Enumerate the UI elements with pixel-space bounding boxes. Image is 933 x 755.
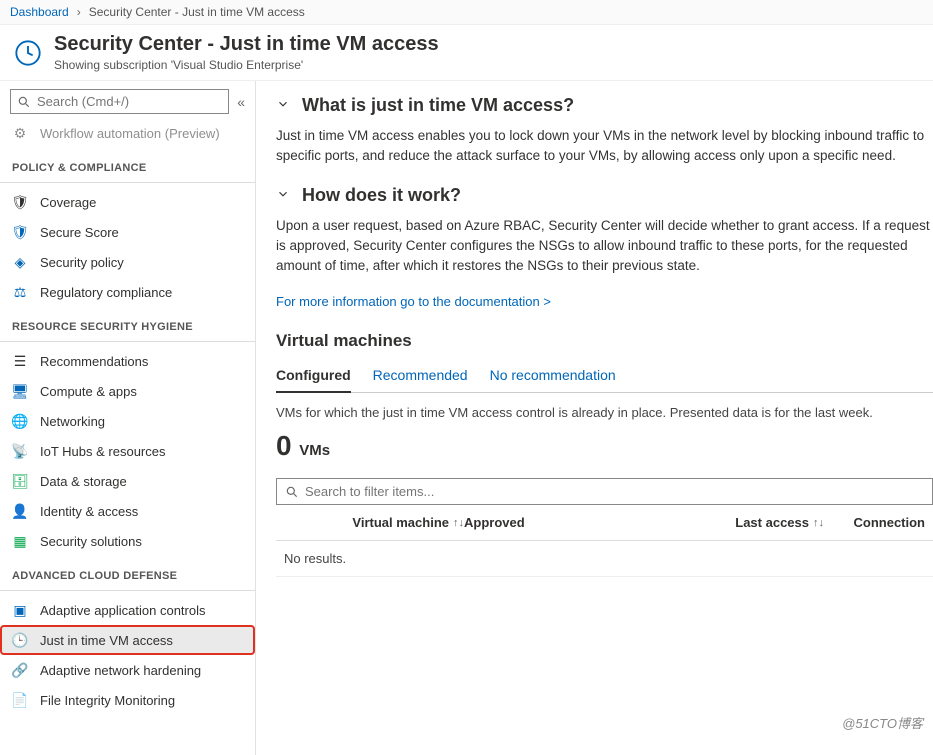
vm-tabs: Configured Recommended No recommendation: [276, 361, 933, 393]
column-approved[interactable]: Approved: [464, 515, 634, 530]
sidebar-item-label: Security solutions: [40, 534, 142, 549]
watermark: @51CTO博客: [842, 713, 923, 732]
sidebar-item-label: Networking: [40, 414, 105, 429]
sidebar-item-label: Identity & access: [40, 504, 138, 519]
sidebar: « ⚙ Workflow automation (Preview) POLICY…: [0, 81, 256, 755]
list-icon: ☰: [12, 353, 28, 369]
sidebar-item-secure-score[interactable]: 🛡 Secure Score: [0, 217, 255, 247]
column-virtual-machine[interactable]: Virtual machine↑↓: [284, 515, 464, 530]
sidebar-item-coverage[interactable]: 🛡 Coverage: [0, 187, 255, 217]
documentation-link[interactable]: For more information go to the documenta…: [276, 294, 551, 309]
accordion-body-how-it-works: Upon a user request, based on Azure RBAC…: [276, 216, 933, 277]
virtual-machines-heading: Virtual machines: [276, 331, 933, 351]
sidebar-item-identity[interactable]: 👤 Identity & access: [0, 496, 255, 526]
chevron-right-icon: ›: [77, 5, 81, 19]
vm-count-number: 0: [276, 430, 292, 462]
sidebar-item-adaptive-app[interactable]: ▣ Adaptive application controls: [0, 595, 255, 625]
grid-icon: ▦: [12, 533, 28, 549]
sidebar-section-policy: POLICY & COMPLIANCE: [0, 148, 255, 183]
column-connection[interactable]: Connection: [824, 515, 925, 530]
collapse-sidebar-button[interactable]: «: [237, 94, 245, 110]
identity-icon: 👤: [12, 503, 28, 519]
vm-count: 0 VMs: [276, 430, 933, 462]
filter-input[interactable]: [305, 484, 924, 499]
breadcrumb: Dashboard › Security Center - Just in ti…: [0, 0, 933, 25]
sidebar-item-recommendations[interactable]: ☰ Recommendations: [0, 346, 255, 376]
sidebar-item-label: Secure Score: [40, 225, 119, 240]
sidebar-item-file-integrity[interactable]: 📄 File Integrity Monitoring: [0, 685, 255, 715]
sidebar-item-label: File Integrity Monitoring: [40, 693, 175, 708]
sidebar-item-label: Adaptive application controls: [40, 603, 206, 618]
table-empty-row: No results.: [276, 541, 933, 577]
sort-icon: ↑↓: [813, 517, 824, 529]
search-input-wrap[interactable]: [10, 89, 229, 114]
tab-configured[interactable]: Configured: [276, 361, 351, 393]
sidebar-item-label: Adaptive network hardening: [40, 663, 201, 678]
vm-count-suffix: VMs: [299, 442, 330, 459]
sidebar-item-workflow-automation[interactable]: ⚙ Workflow automation (Preview): [0, 118, 255, 148]
gavel-icon: ⚖: [12, 284, 28, 300]
network-icon: 🌐: [12, 413, 28, 429]
sidebar-item-label: Security policy: [40, 255, 124, 270]
sidebar-section-hygiene: RESOURCE SECURITY HYGIENE: [0, 307, 255, 342]
search-icon: [17, 95, 31, 109]
accordion-title: How does it work?: [302, 185, 461, 206]
sidebar-item-label: Recommendations: [40, 354, 148, 369]
tab-no-recommendation[interactable]: No recommendation: [490, 361, 616, 392]
page-subtitle: Showing subscription 'Visual Studio Ente…: [54, 58, 439, 72]
accordion-what-is-jit[interactable]: What is just in time VM access?: [276, 95, 933, 116]
sidebar-item-label: Data & storage: [40, 474, 127, 489]
chevron-down-icon: [276, 187, 290, 204]
search-icon: [285, 485, 299, 499]
accordion-how-it-works[interactable]: How does it work?: [276, 185, 933, 206]
compute-icon: 🖥: [12, 383, 28, 399]
sidebar-item-adaptive-network[interactable]: 🔗 Adaptive network hardening: [0, 655, 255, 685]
search-input[interactable]: [37, 94, 222, 109]
sidebar-item-label: Just in time VM access: [40, 633, 173, 648]
shield-icon: 🛡: [12, 224, 28, 240]
iot-icon: 📡: [12, 443, 28, 459]
sidebar-item-iot[interactable]: 📡 IoT Hubs & resources: [0, 436, 255, 466]
sidebar-item-data-storage[interactable]: 🗄 Data & storage: [0, 466, 255, 496]
filter-input-wrap[interactable]: [276, 478, 933, 505]
sidebar-item-label: Coverage: [40, 195, 96, 210]
sidebar-item-jit-vm-access[interactable]: 🕒 Just in time VM access: [0, 625, 255, 655]
workflow-icon: ⚙: [12, 125, 28, 141]
clock-icon: 🕒: [12, 632, 28, 648]
sidebar-item-security-policy[interactable]: ◈ Security policy: [0, 247, 255, 277]
sidebar-item-label: Regulatory compliance: [40, 285, 172, 300]
configured-description: VMs for which the just in time VM access…: [276, 405, 933, 420]
sidebar-item-security-solutions[interactable]: ▦ Security solutions: [0, 526, 255, 556]
breadcrumb-root[interactable]: Dashboard: [10, 5, 69, 19]
table-header: Virtual machine↑↓ Approved Last access↑↓…: [276, 505, 933, 541]
accordion-title: What is just in time VM access?: [302, 95, 574, 116]
app-controls-icon: ▣: [12, 602, 28, 618]
file-integrity-icon: 📄: [12, 692, 28, 708]
accordion-body-what-is-jit: Just in time VM access enables you to lo…: [276, 126, 933, 167]
storage-icon: 🗄: [12, 473, 28, 489]
page-header: Security Center - Just in time VM access…: [0, 25, 933, 81]
page-title: Security Center - Just in time VM access: [54, 33, 439, 56]
sidebar-item-label: IoT Hubs & resources: [40, 444, 165, 459]
policy-icon: ◈: [12, 254, 28, 270]
clock-icon: [12, 37, 44, 69]
column-last-access[interactable]: Last access↑↓: [634, 515, 824, 530]
main-content: What is just in time VM access? Just in …: [256, 81, 933, 755]
sidebar-item-regulatory-compliance[interactable]: ⚖ Regulatory compliance: [0, 277, 255, 307]
chevron-down-icon: [276, 97, 290, 114]
sidebar-section-defense: ADVANCED CLOUD DEFENSE: [0, 556, 255, 591]
coverage-icon: 🛡: [12, 194, 28, 210]
sidebar-item-label: Workflow automation (Preview): [40, 126, 220, 141]
sort-icon: ↑↓: [453, 517, 464, 529]
network-hardening-icon: 🔗: [12, 662, 28, 678]
sidebar-item-networking[interactable]: 🌐 Networking: [0, 406, 255, 436]
breadcrumb-current: Security Center - Just in time VM access: [89, 5, 305, 19]
sidebar-item-label: Compute & apps: [40, 384, 137, 399]
sidebar-item-compute[interactable]: 🖥 Compute & apps: [0, 376, 255, 406]
tab-recommended[interactable]: Recommended: [373, 361, 468, 392]
